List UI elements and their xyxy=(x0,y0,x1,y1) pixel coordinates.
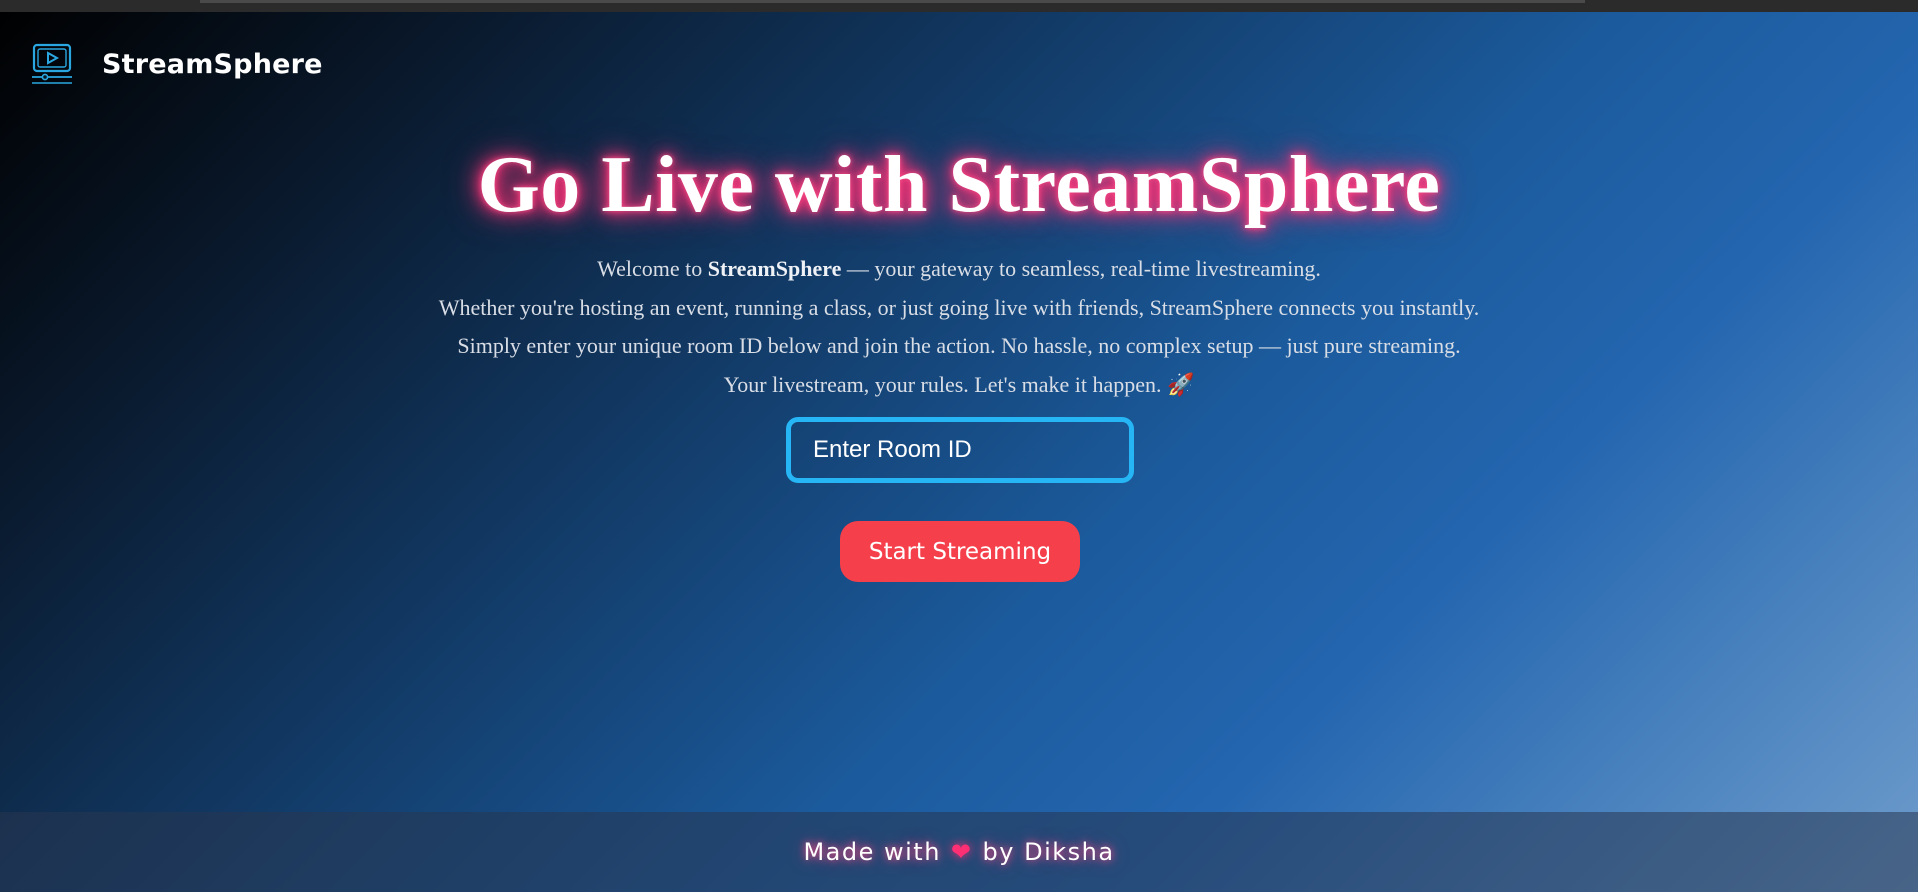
hero-title: Go Live with StreamSphere xyxy=(477,141,1441,229)
description-line-2: Whether you're hosting an event, running… xyxy=(438,294,1480,320)
footer-suffix: by Diksha xyxy=(982,838,1115,866)
site-footer: Made with ❤ by Diksha xyxy=(0,812,1918,892)
brand-name[interactable]: StreamSphere xyxy=(102,49,323,80)
site-header: StreamSphere xyxy=(30,42,323,86)
description-line-1: Welcome to StreamSphere — your gateway t… xyxy=(0,250,1918,289)
line1-prefix: Welcome to xyxy=(597,256,708,281)
description-line-4: Your livestream, your rules. Let's make … xyxy=(723,371,1195,397)
line1-brand: StreamSphere xyxy=(707,256,842,281)
footer-prefix: Made with xyxy=(803,838,941,866)
start-streaming-button[interactable]: Start Streaming xyxy=(840,521,1080,582)
heart-icon: ❤ xyxy=(950,838,973,866)
line1-suffix: — your gateway to seamless, real-time li… xyxy=(841,256,1321,281)
footer-credit: Made with ❤ by Diksha xyxy=(803,838,1114,866)
room-id-input[interactable] xyxy=(786,417,1134,483)
scroll-indicator xyxy=(200,0,1585,3)
browser-top-edge xyxy=(0,0,1918,12)
hero-description: Welcome to StreamSphere — your gateway t… xyxy=(0,250,1918,404)
video-play-icon[interactable] xyxy=(30,42,74,86)
description-line-3: Simply enter your unique room ID below a… xyxy=(457,333,1461,358)
